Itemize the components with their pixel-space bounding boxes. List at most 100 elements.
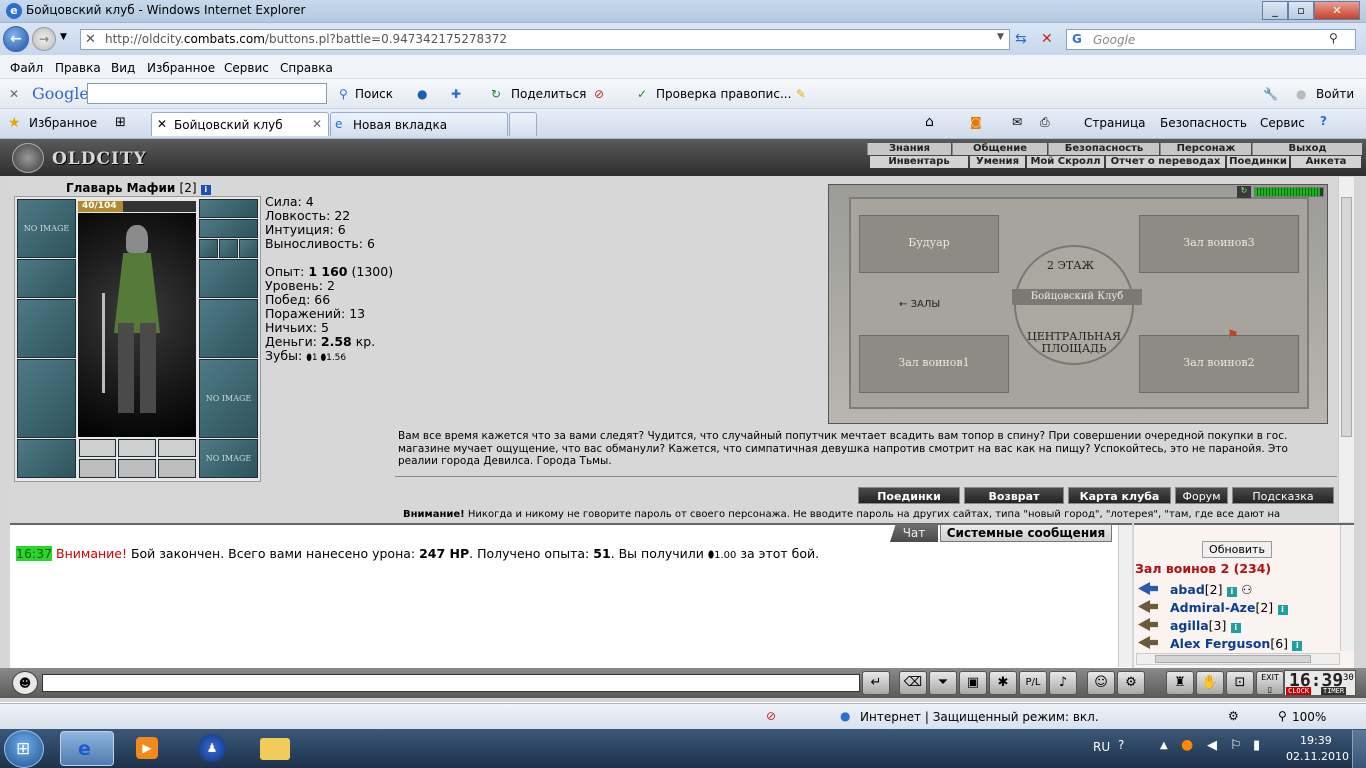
tray-date[interactable]: 02.11.2010 <box>1286 750 1349 763</box>
info-icon[interactable]: i <box>1226 587 1237 597</box>
taskbar-user[interactable]: ♟ <box>184 731 238 766</box>
network-icon[interactable]: ▮ <box>1253 738 1260 753</box>
return-button[interactable]: Возврат <box>964 487 1064 504</box>
subnav-scroll[interactable]: Мой Скролл <box>1027 156 1104 168</box>
clock-label[interactable]: CLOCK <box>1286 687 1312 695</box>
chat-head-icon[interactable]: ☻ <box>12 671 38 695</box>
google-search-button[interactable]: Поиск <box>355 87 393 101</box>
tray-app-icon[interactable]: ● <box>1181 737 1193 753</box>
rune-slot-1[interactable] <box>79 459 116 478</box>
taskbar-explorer[interactable] <box>248 731 302 766</box>
ring-slot-3[interactable] <box>158 439 196 457</box>
forward-button[interactable]: → <box>32 27 56 51</box>
subnav-profile[interactable]: Анкета <box>1291 156 1361 168</box>
ring-slot-2[interactable] <box>118 439 156 457</box>
menu-file[interactable]: Файл <box>10 61 43 75</box>
home-icon[interactable]: ⌂ <box>925 114 934 130</box>
rune-slot-2[interactable] <box>118 459 156 478</box>
room-warriors-3[interactable]: Зал воинов3 <box>1139 215 1299 273</box>
room-hscrollbar[interactable] <box>1136 653 1340 665</box>
boots-slot[interactable]: NO IMAGE <box>199 439 258 478</box>
close-tab-icon[interactable]: ✕ <box>312 117 322 131</box>
share-button[interactable]: Поделиться <box>511 87 586 101</box>
volume-icon[interactable]: ◀ <box>1207 738 1217 753</box>
search-icon[interactable]: ⚲ <box>1329 31 1338 45</box>
menu-help[interactable]: Справка <box>280 61 333 75</box>
help-tray-icon[interactable]: ? <box>1118 738 1124 752</box>
belt-slot[interactable] <box>17 439 76 478</box>
back-button[interactable]: ← <box>3 26 29 52</box>
monitor-icon[interactable]: ▣ <box>959 671 987 695</box>
globe-icon[interactable]: ● <box>417 87 427 101</box>
halls-link[interactable]: ← ЗАЛЫ <box>899 299 940 310</box>
info-icon[interactable]: i <box>1230 623 1241 633</box>
room-scrollbar[interactable] <box>1340 525 1354 651</box>
fighter-icon[interactable]: ✱ <box>989 671 1017 695</box>
page-menu[interactable]: Страница <box>1084 116 1146 130</box>
armor-slot[interactable] <box>17 359 76 438</box>
web-search-input[interactable]: G Google ⚲ <box>1066 29 1356 50</box>
menu-favorites[interactable]: Избранное <box>147 61 215 75</box>
mail-icon[interactable]: ✉ <box>1012 115 1022 129</box>
spellcheck-button[interactable]: Проверка правопис... <box>656 87 791 101</box>
filter-icon[interactable]: ⏷ <box>929 671 957 695</box>
nav-exit[interactable]: Выход <box>1252 143 1362 155</box>
info-icon[interactable]: i <box>1292 641 1303 651</box>
protected-mode-icon[interactable]: ⚙ <box>1228 709 1239 723</box>
ring-small-1[interactable] <box>199 239 218 258</box>
tray-time[interactable]: 19:39 <box>1300 734 1332 747</box>
bag-icon[interactable]: ♜ <box>1166 671 1194 695</box>
send-icon[interactable]: ↵ <box>862 671 890 695</box>
print-icon[interactable]: ⎙ <box>1040 115 1050 130</box>
zone-status[interactable]: Интернет | Защищенный режим: вкл. <box>860 710 1099 724</box>
character-name[interactable]: Главарь Мафии [2] i <box>66 181 211 195</box>
tab-new-tab[interactable]: e Новая вкладка <box>330 112 508 136</box>
club-map-button[interactable]: Карта клуба <box>1068 487 1171 504</box>
hint-button[interactable]: Подсказка <box>1232 487 1334 504</box>
subnav-skills[interactable]: Умения <box>970 156 1025 168</box>
highlighter-icon[interactable]: ✎ <box>796 87 806 101</box>
tab-chat[interactable]: Чат <box>890 524 938 542</box>
refresh-button[interactable]: Обновить <box>1202 541 1272 558</box>
fight-club-button[interactable]: Бойцовский Клуб <box>1012 289 1142 305</box>
menu-view[interactable]: Вид <box>111 61 135 75</box>
tray-expand-icon[interactable]: ▲ <box>1160 740 1168 751</box>
sound-icon[interactable]: ♪ <box>1049 671 1077 695</box>
taskbar-ie[interactable]: e <box>60 731 114 766</box>
player-row[interactable]: abad[2] i ⚇ <box>1170 582 1252 597</box>
ring-small-2[interactable] <box>219 239 238 258</box>
info-icon[interactable]: i <box>1277 605 1288 615</box>
nav-character[interactable]: Персонаж <box>1160 143 1251 155</box>
address-input[interactable]: ✕ http://oldcity.combats.com/buttons.pl?… <box>80 29 1010 50</box>
hand-icon[interactable]: ✋ <box>1196 671 1224 695</box>
room-warriors-1[interactable]: Зал воинов1 <box>859 335 1009 393</box>
ring-slot-1[interactable] <box>79 439 116 457</box>
sign-in-button[interactable]: Войти <box>1316 87 1354 101</box>
google-search-input[interactable] <box>87 83 327 104</box>
eraser-icon[interactable]: ⌫ <box>899 671 927 695</box>
close-window-button[interactable]: ✕ <box>1314 1 1360 20</box>
quick-tabs-icon[interactable]: ⊞ <box>115 115 126 130</box>
minimize-button[interactable]: _ <box>1262 1 1288 20</box>
chat-input[interactable] <box>42 674 860 692</box>
tools-menu[interactable]: Сервис <box>1260 116 1305 130</box>
exit-icon[interactable]: EXIT ▯ <box>1256 671 1284 695</box>
address-dropdown-icon[interactable]: ▼ <box>997 32 1004 42</box>
subnav-transfers[interactable]: Отчет о переводах <box>1106 156 1225 168</box>
close-toolbar-icon[interactable]: ✕ <box>9 87 19 101</box>
chat-settings-icon[interactable]: ⚙ <box>1117 671 1145 695</box>
ring-small-3[interactable] <box>239 239 258 258</box>
zoom-level[interactable]: 100% <box>1292 710 1326 724</box>
rune-slot-3[interactable] <box>158 459 196 478</box>
message-time[interactable]: 16:37 <box>16 546 53 561</box>
tab-system-messages[interactable]: Системные сообщения <box>940 524 1112 542</box>
show-desktop-button[interactable] <box>1352 730 1366 768</box>
earring-slot[interactable] <box>199 219 258 238</box>
wrench-icon[interactable]: 🔧 <box>1263 87 1278 101</box>
player-row[interactable]: Alex Ferguson[6] i <box>1170 636 1303 651</box>
gloves-slot[interactable] <box>199 259 258 298</box>
menu-tools[interactable]: Сервис <box>224 61 269 75</box>
bracers-slot[interactable] <box>17 259 76 298</box>
chat-scrollbar[interactable] <box>1118 525 1132 667</box>
new-tab-button[interactable] <box>509 112 537 136</box>
